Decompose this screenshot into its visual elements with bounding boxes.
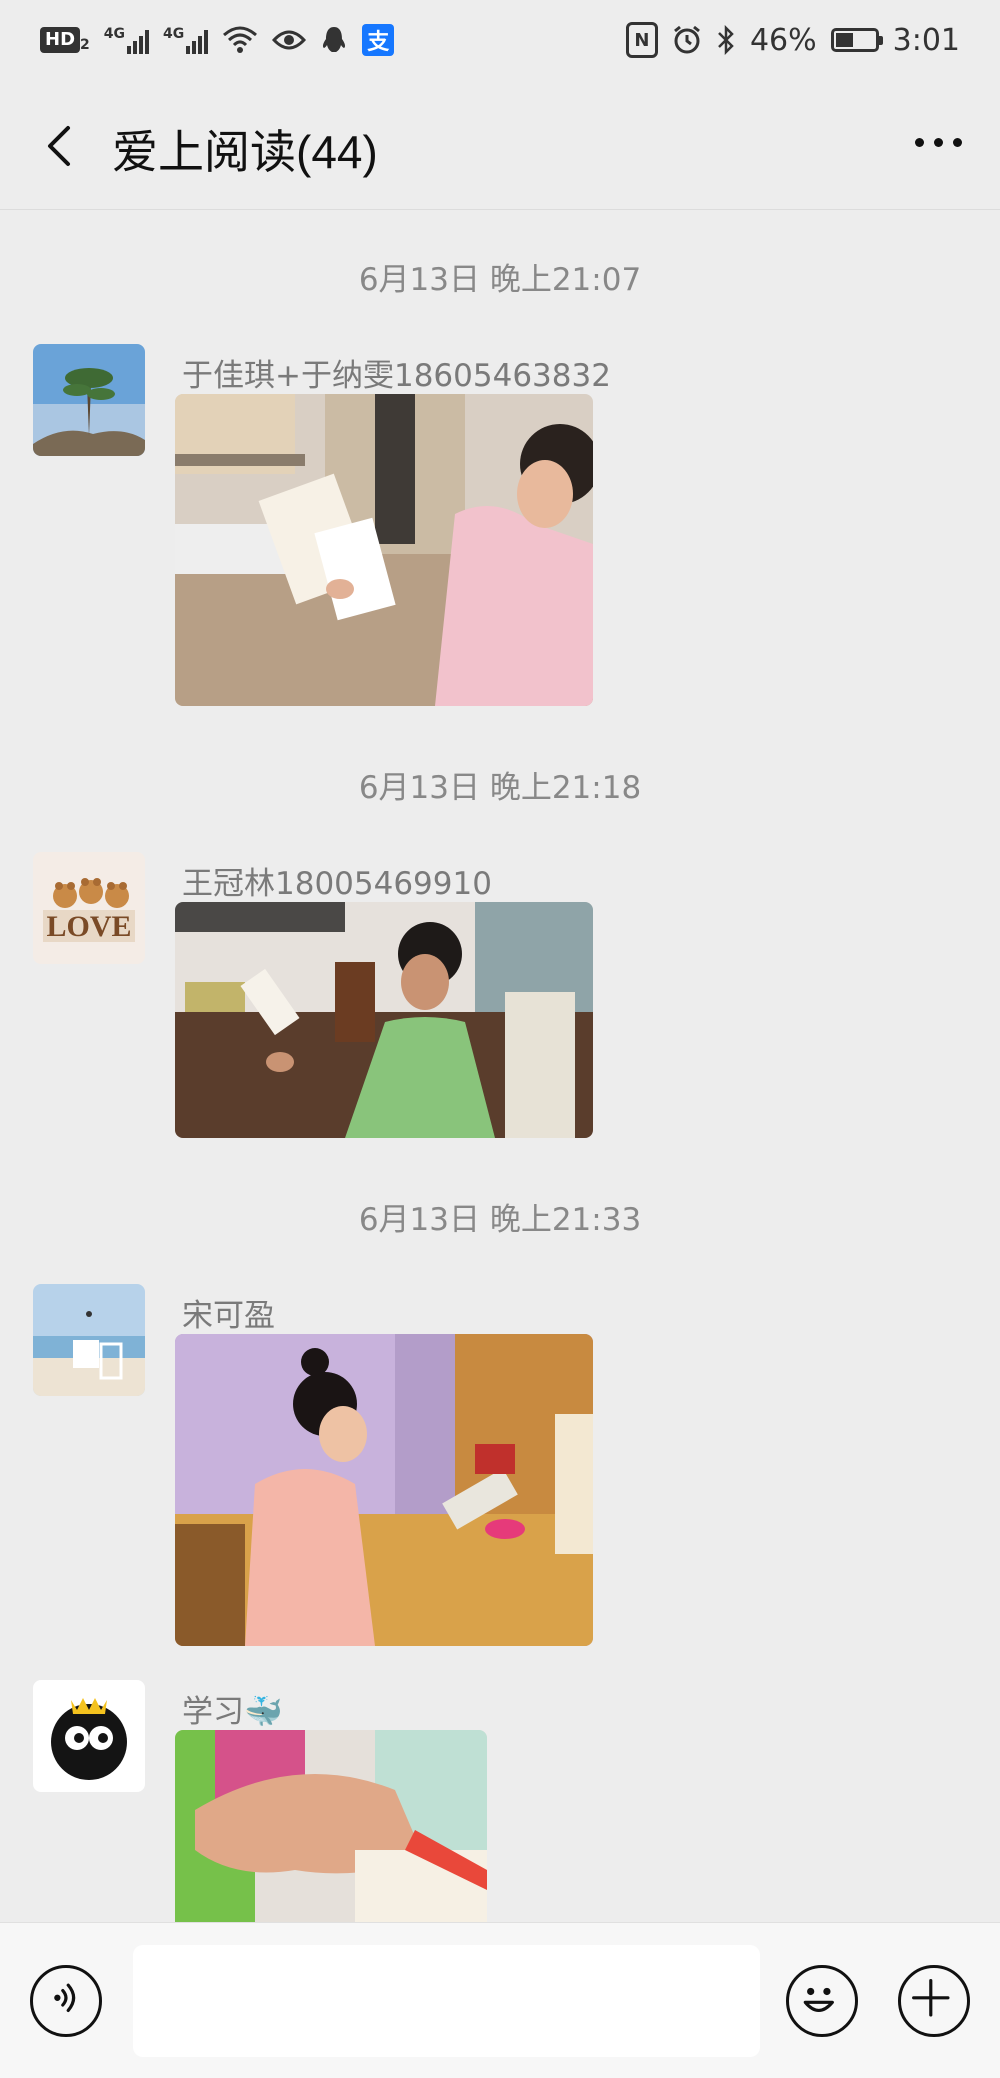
- sender-name: 学习🐳: [182, 1694, 283, 1730]
- sender-name: 于佳琪+于纳雯18605463832: [182, 358, 611, 394]
- qq-icon: [323, 27, 346, 52]
- signal-bars-icon: [127, 26, 149, 54]
- signal-1: 4G: [104, 26, 149, 54]
- alipay-icon: 支: [362, 24, 395, 56]
- timestamp: 6月13日 晚上21:07: [358, 262, 642, 298]
- alarm-icon: [674, 25, 700, 54]
- signal-2: 4G: [163, 26, 209, 54]
- chat-input-bar: [0, 1922, 1000, 2078]
- battery-icon: [830, 28, 883, 52]
- signal-bars-icon: [186, 26, 209, 54]
- clock: 3:01: [892, 22, 960, 58]
- nfc-icon: N: [625, 22, 658, 58]
- photo-message[interactable]: [175, 902, 593, 1138]
- avatar[interactable]: [33, 1680, 145, 1792]
- emoji-icon[interactable]: [786, 1965, 858, 2037]
- photo-message[interactable]: [175, 1730, 487, 1922]
- eye-icon: [272, 30, 307, 50]
- network-type-1: 4G: [103, 26, 125, 42]
- avatar[interactable]: [33, 1284, 145, 1396]
- svg-text:LOVE: LOVE: [46, 910, 131, 943]
- chevron-left-icon[interactable]: [38, 122, 86, 170]
- photo-message[interactable]: [175, 1334, 593, 1646]
- status-right: N 46% 3:01: [625, 22, 960, 58]
- avatar[interactable]: LOVE: [33, 852, 145, 964]
- sender-name: 王冠林18005469910: [182, 866, 492, 902]
- message-input[interactable]: [133, 1945, 760, 2057]
- more-dots-icon[interactable]: [915, 138, 962, 147]
- hd-sub: 2: [80, 37, 90, 53]
- page-title: 爱上阅读(44): [112, 126, 378, 178]
- photo-message[interactable]: [175, 394, 593, 706]
- hd-badge: HD 2: [40, 27, 90, 53]
- bluetooth-icon: [718, 25, 734, 55]
- timestamp: 6月13日 晚上21:18: [358, 770, 642, 806]
- timestamp: 6月13日 晚上21:33: [358, 1202, 642, 1238]
- status-bar: HD 2 4G 4G 支 N 46% 3:01: [0, 0, 1000, 80]
- plus-icon[interactable]: [898, 1965, 970, 2037]
- battery-percent: 46%: [749, 22, 817, 58]
- sender-name: 宋可盈: [182, 1298, 275, 1334]
- status-left: HD 2 4G 4G 支: [40, 24, 395, 56]
- wifi-icon: [223, 26, 258, 53]
- avatar[interactable]: [33, 344, 145, 456]
- hd-label: HD: [40, 27, 81, 53]
- title-bar: 爱上阅读(44): [0, 80, 1000, 210]
- network-type-2: 4G: [163, 26, 185, 42]
- voice-icon[interactable]: [30, 1965, 102, 2037]
